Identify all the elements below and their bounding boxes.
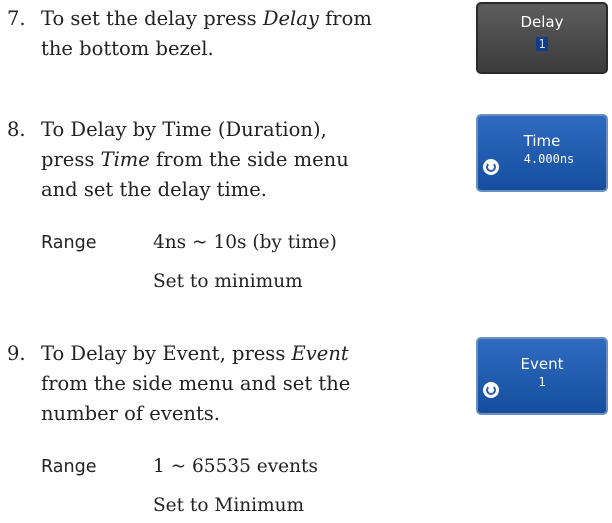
step-9: 9. To Delay by Event, press Event from t… <box>7 339 387 425</box>
rotary-knob-icon <box>483 382 499 398</box>
event-button-label: Event <box>520 355 564 373</box>
step-number: 8. <box>7 118 26 141</box>
range-label: Range <box>41 233 97 253</box>
range-value: 1 ~ 65535 events <box>153 456 318 477</box>
step-text: To Delay by Time (Duration), press Time … <box>41 118 349 201</box>
time-button[interactable]: Time 4.000ns <box>476 114 608 192</box>
rotary-knob-icon <box>483 159 499 175</box>
delay-button[interactable]: Delay 1 <box>476 2 608 74</box>
range-label: Range <box>41 457 97 477</box>
step-number: 7. <box>7 7 26 30</box>
default-value: Set to Minimum <box>153 495 305 516</box>
step-7: 7. To set the delay press Delay from the… <box>7 4 387 60</box>
range-value: 4ns ~ 10s (by time) <box>153 232 337 253</box>
delay-button-value: 1 <box>536 37 548 51</box>
event-button[interactable]: Event 1 <box>476 337 608 415</box>
step-text: To Delay by Event, press Event from the … <box>41 342 351 425</box>
step-number: 9. <box>7 342 26 365</box>
default-value: Set to minimum <box>153 271 303 292</box>
delay-button-label: Delay <box>520 13 564 31</box>
time-button-label: Time <box>523 132 561 150</box>
step-text: To set the delay press Delay from the bo… <box>41 7 372 60</box>
step-8: 8. To Delay by Time (Duration), press Ti… <box>7 115 387 201</box>
